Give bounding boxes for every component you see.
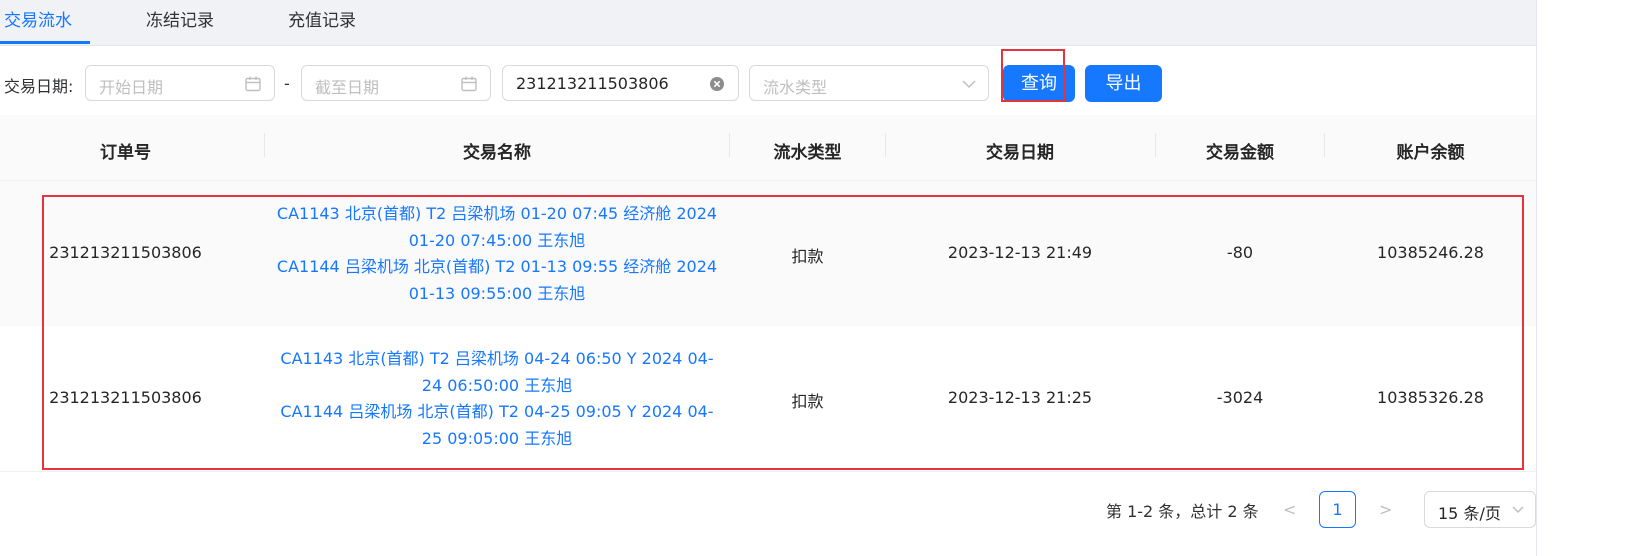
next-page-icon[interactable]: > (1379, 500, 1392, 519)
tab-recharge-records[interactable]: 充值记录 (288, 6, 356, 31)
header-transaction-name: 交易名称 (463, 143, 531, 163)
header-order-no: 订单号 (100, 143, 151, 163)
page-1-button[interactable]: 1 (1319, 491, 1356, 528)
cell-balance: 10385246.28 (1377, 243, 1484, 262)
flow-type-select[interactable]: 流水类型 (749, 65, 989, 101)
flow-type-placeholder: 流水类型 (763, 78, 828, 97)
transaction-name-line: CA1144 吕梁机场 北京(首都) T2 04-25 09:05 Y 2024… (280, 402, 714, 421)
chevron-down-icon (962, 80, 976, 89)
header-flow-type: 流水类型 (773, 143, 842, 163)
start-date-placeholder: 开始日期 (99, 78, 164, 97)
cell-transaction-name[interactable]: CA1143 北京(首都) T2 吕梁机场 01-20 07:45 经济舱 20… (265, 201, 729, 307)
active-tab-indicator (0, 41, 90, 44)
transaction-name-line: 01-20 07:45:00 王东旭 (408, 230, 586, 250)
cell-transaction-name[interactable]: CA1143 北京(首都) T2 吕梁机场 04-24 06:50 Y 2024… (265, 346, 729, 452)
order-number-input[interactable]: 231213211503806 (502, 65, 739, 101)
end-date-placeholder: 截至日期 (315, 78, 380, 97)
end-date-picker[interactable]: 截至日期 (301, 65, 491, 101)
cell-order-no: 231213211503806 (49, 388, 202, 407)
transaction-name-line: CA1143 北京(首都) T2 吕梁机场 01-20 07:45 经济舱 20… (276, 204, 718, 223)
start-date-picker[interactable]: 开始日期 (85, 65, 275, 101)
order-number-value: 231213211503806 (516, 74, 669, 93)
cell-transaction-date: 2023-12-13 21:25 (947, 388, 1093, 407)
cell-flow-type: 扣款 (791, 247, 824, 266)
transaction-name-line: CA1144 吕梁机场 北京(首都) T2 01-13 09:55 经济舱 20… (276, 257, 718, 276)
cell-order-no: 231213211503806 (49, 243, 202, 262)
tab-frozen-records[interactable]: 冻结记录 (146, 6, 214, 31)
transaction-name-line: CA1143 北京(首都) T2 吕梁机场 04-24 06:50 Y 2024… (280, 349, 714, 368)
table-row: 231213211503806 CA1143 北京(首都) T2 吕梁机场 01… (0, 181, 1536, 327)
header-transaction-date: 交易日期 (986, 143, 1054, 163)
date-filter-label: 交易日期: (4, 77, 74, 96)
calendar-icon (245, 76, 261, 92)
cell-flow-type: 扣款 (791, 392, 824, 411)
export-button[interactable]: 导出 (1085, 65, 1162, 102)
right-margin (1537, 0, 1629, 556)
cell-amount: -3024 (1216, 388, 1264, 407)
query-button[interactable]: 查询 (1003, 65, 1075, 102)
cell-transaction-date: 2023-12-13 21:49 (947, 243, 1093, 262)
table-header: 订单号 交易名称 流水类型 交易日期 交易金额 账户余额 (0, 115, 1536, 181)
header-amount: 交易金额 (1206, 143, 1274, 163)
transaction-name-line: 24 06:50:00 王东旭 (421, 375, 573, 395)
calendar-icon (461, 76, 477, 92)
cell-balance: 10385326.28 (1377, 388, 1484, 407)
tab-bar: 交易流水 冻结记录 充值记录 (0, 0, 1536, 46)
pagination-total: 第 1-2 条，总计 2 条 (1106, 502, 1259, 521)
table-row: 231213211503806 CA1143 北京(首都) T2 吕梁机场 04… (0, 326, 1536, 472)
date-range-separator: - (284, 74, 290, 93)
transaction-name-line: 25 09:05:00 王东旭 (421, 428, 573, 448)
chevron-down-icon (1512, 506, 1524, 514)
clear-icon[interactable] (708, 75, 726, 93)
page-size-value: 15 条/页 (1438, 504, 1501, 523)
cell-amount: -80 (1226, 243, 1254, 262)
tab-transactions[interactable]: 交易流水 (4, 6, 72, 31)
prev-page-icon[interactable]: < (1283, 500, 1296, 519)
header-balance: 账户余额 (1396, 143, 1465, 163)
transaction-name-line: 01-13 09:55:00 王东旭 (408, 283, 586, 303)
page-size-select[interactable]: 15 条/页 (1424, 491, 1536, 528)
